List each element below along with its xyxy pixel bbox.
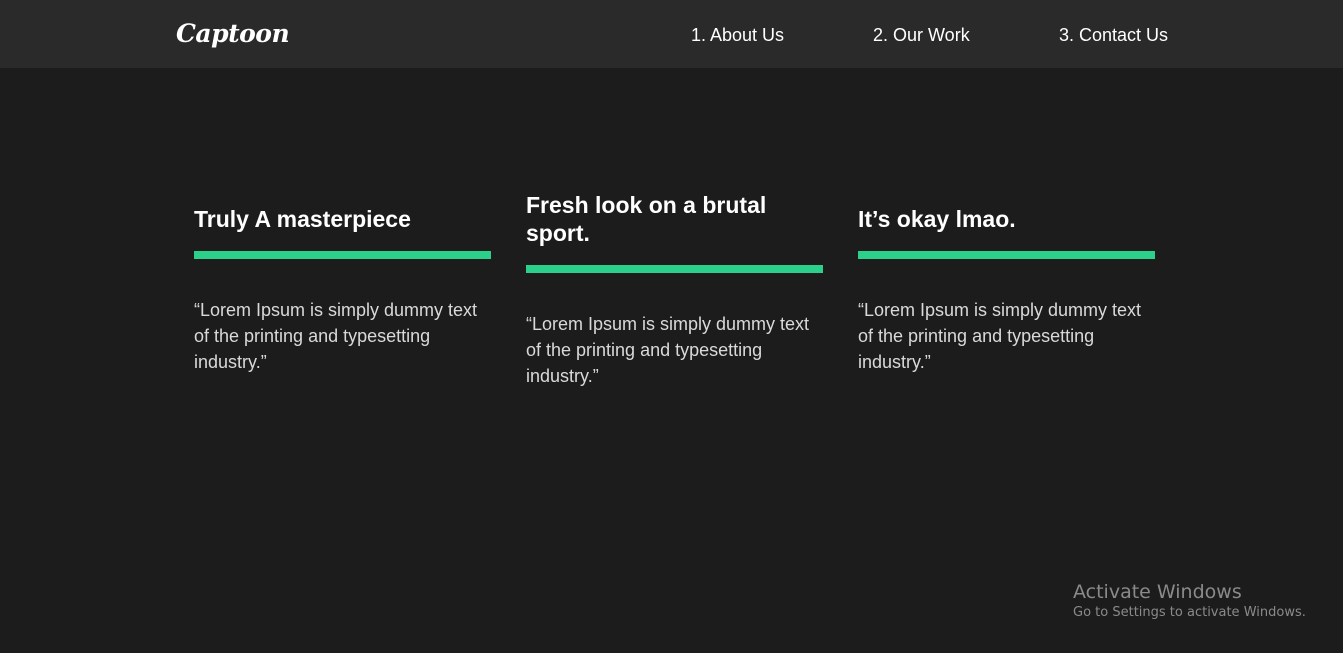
watermark-title: Activate Windows xyxy=(1073,581,1242,603)
review-card: Fresh look on a brutal sport. “Lorem Ips… xyxy=(526,191,823,407)
card-accent-bar xyxy=(194,251,491,259)
site-logo[interactable]: Captoon xyxy=(176,18,290,50)
navbar: Captoon 1. About Us 2. Our Work 3. Conta… xyxy=(0,0,1343,68)
card-accent-bar xyxy=(858,251,1155,259)
nav-link-about-us[interactable]: 1. About Us xyxy=(691,23,784,47)
review-card: It’s okay lmao. “Lorem Ipsum is simply d… xyxy=(858,205,1155,393)
card-text: “Lorem Ipsum is simply dummy text of the… xyxy=(858,300,1142,372)
card-title: Truly A masterpiece xyxy=(194,206,411,232)
nav-link-contact-us[interactable]: 3. Contact Us xyxy=(1059,23,1168,47)
card-text: “Lorem Ipsum is simply dummy text of the… xyxy=(526,314,810,386)
nav-link-our-work[interactable]: 2. Our Work xyxy=(873,23,970,47)
review-card: Truly A masterpiece “Lorem Ipsum is simp… xyxy=(194,205,491,393)
card-accent-bar xyxy=(526,265,823,273)
activate-windows-watermark: Activate Windows Go to Settings to activ… xyxy=(1073,580,1306,622)
watermark-subtitle: Go to Settings to activate Windows. xyxy=(1073,605,1306,620)
card-text: “Lorem Ipsum is simply dummy text of the… xyxy=(194,300,478,372)
card-title: Fresh look on a brutal sport. xyxy=(526,192,767,246)
card-title: It’s okay lmao. xyxy=(858,206,1016,232)
